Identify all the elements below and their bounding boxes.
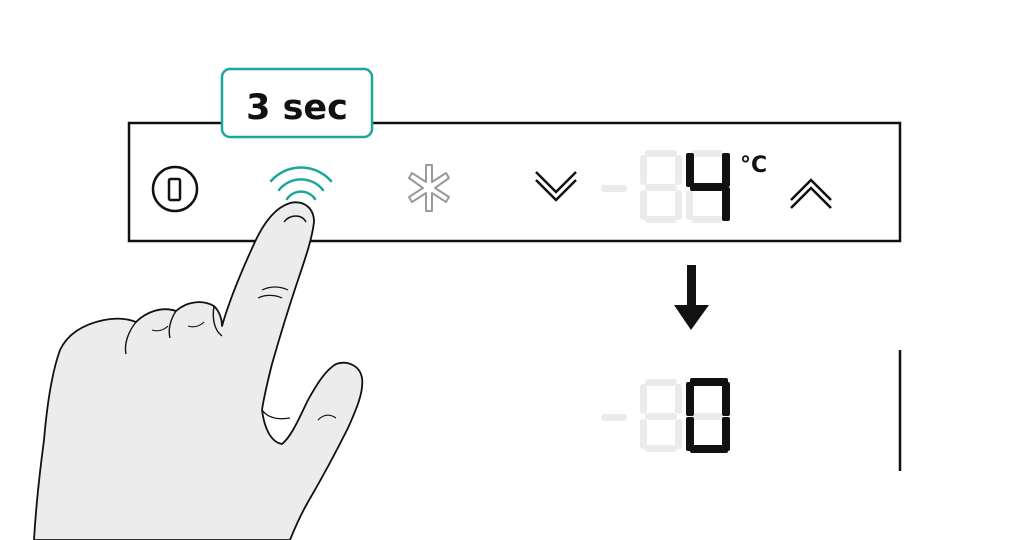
pointing-hand-icon	[33, 201, 364, 540]
digit-zero-lit	[686, 378, 730, 453]
hold-duration-label: 3 sec	[246, 88, 348, 128]
temperature-unit: °C	[740, 153, 767, 178]
digit-eight-dim	[640, 379, 682, 452]
control-panel-diagram: 3 sec °C	[33, 67, 902, 540]
hold-duration-badge: 3 sec	[220, 67, 374, 139]
control-panel	[127, 121, 902, 243]
power-button-icon[interactable]	[151, 165, 199, 213]
temperature-display-after	[601, 378, 730, 453]
arrow-down-icon	[674, 265, 709, 330]
segment-minus-dim	[601, 414, 627, 421]
segment-minus-dim	[601, 185, 627, 192]
